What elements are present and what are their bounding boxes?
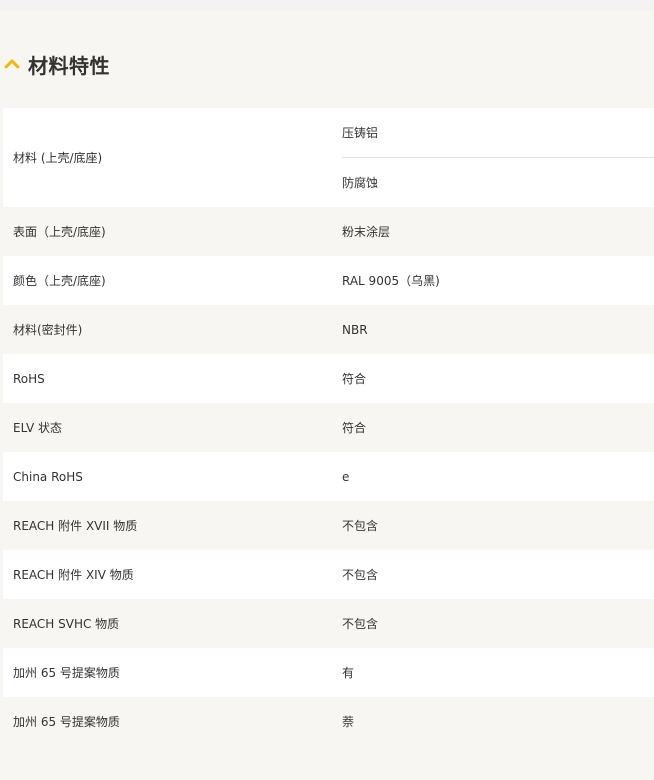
row-value-group: 压铸铝 防腐蚀 bbox=[342, 108, 654, 207]
row-label: REACH 附件 XIV 物质 bbox=[13, 568, 134, 582]
row-label: 材料 (上壳/底座) bbox=[13, 151, 103, 165]
table-row: 加州 65 号提案物质 有 bbox=[3, 648, 654, 697]
chevron-up-icon[interactable] bbox=[4, 56, 20, 72]
row-label: 材料(密封件) bbox=[13, 323, 83, 337]
row-label: REACH 附件 XVII 物质 bbox=[13, 519, 138, 533]
table-row: REACH 附件 XVII 物质 不包含 bbox=[3, 501, 654, 550]
row-label: China RoHS bbox=[13, 469, 83, 484]
row-label: 颜色（上壳/底座) bbox=[13, 274, 106, 288]
row-value: 不包含 bbox=[342, 519, 379, 533]
table-row: 表面（上壳/底座) 粉末涂层 bbox=[3, 207, 654, 256]
row-value: e bbox=[342, 469, 350, 484]
row-value: RAL 9005（乌黑) bbox=[342, 274, 440, 288]
table-row: China RoHS e bbox=[3, 452, 654, 501]
row-value: 不包含 bbox=[342, 568, 379, 582]
table-row: 材料 (上壳/底座) 压铸铝 防腐蚀 bbox=[3, 108, 654, 207]
row-value: 符合 bbox=[342, 372, 367, 386]
table-row: ELV 状态 符合 bbox=[3, 403, 654, 452]
table-row: RoHS 符合 bbox=[3, 354, 654, 403]
table-row: 加州 65 号提案物质 萘 bbox=[3, 697, 654, 746]
material-properties-page: 材料特性 材料 (上壳/底座) 压铸铝 防腐蚀 表面（上壳/底座) 粉末涂层 颜… bbox=[0, 0, 654, 780]
table-row: 颜色（上壳/底座) RAL 9005（乌黑) bbox=[3, 256, 654, 305]
row-value: 粉末涂层 bbox=[342, 225, 391, 239]
row-value: 有 bbox=[342, 666, 355, 680]
row-label: 表面（上壳/底座) bbox=[13, 225, 106, 239]
row-value: 压铸铝 bbox=[342, 126, 379, 140]
row-label: 加州 65 号提案物质 bbox=[13, 666, 120, 680]
properties-table: 材料 (上壳/底座) 压铸铝 防腐蚀 表面（上壳/底座) 粉末涂层 颜色（上壳/… bbox=[3, 108, 654, 746]
row-value: 不包含 bbox=[342, 617, 379, 631]
row-value: 萘 bbox=[342, 715, 355, 729]
section-header[interactable]: 材料特性 bbox=[0, 44, 110, 84]
row-label: 加州 65 号提案物质 bbox=[13, 715, 120, 729]
row-value: 符合 bbox=[342, 421, 367, 435]
bottom-spacer bbox=[0, 746, 654, 780]
row-value: 防腐蚀 bbox=[342, 157, 654, 207]
row-label: RoHS bbox=[13, 371, 45, 386]
row-label: ELV 状态 bbox=[13, 421, 62, 435]
table-row: REACH 附件 XIV 物质 不包含 bbox=[3, 550, 654, 599]
row-label: REACH SVHC 物质 bbox=[13, 617, 120, 631]
top-divider-strip bbox=[0, 0, 654, 10]
section-title: 材料特性 bbox=[28, 53, 110, 78]
row-value: NBR bbox=[342, 322, 368, 337]
table-row: 材料(密封件) NBR bbox=[3, 305, 654, 354]
table-row: REACH SVHC 物质 不包含 bbox=[3, 599, 654, 648]
